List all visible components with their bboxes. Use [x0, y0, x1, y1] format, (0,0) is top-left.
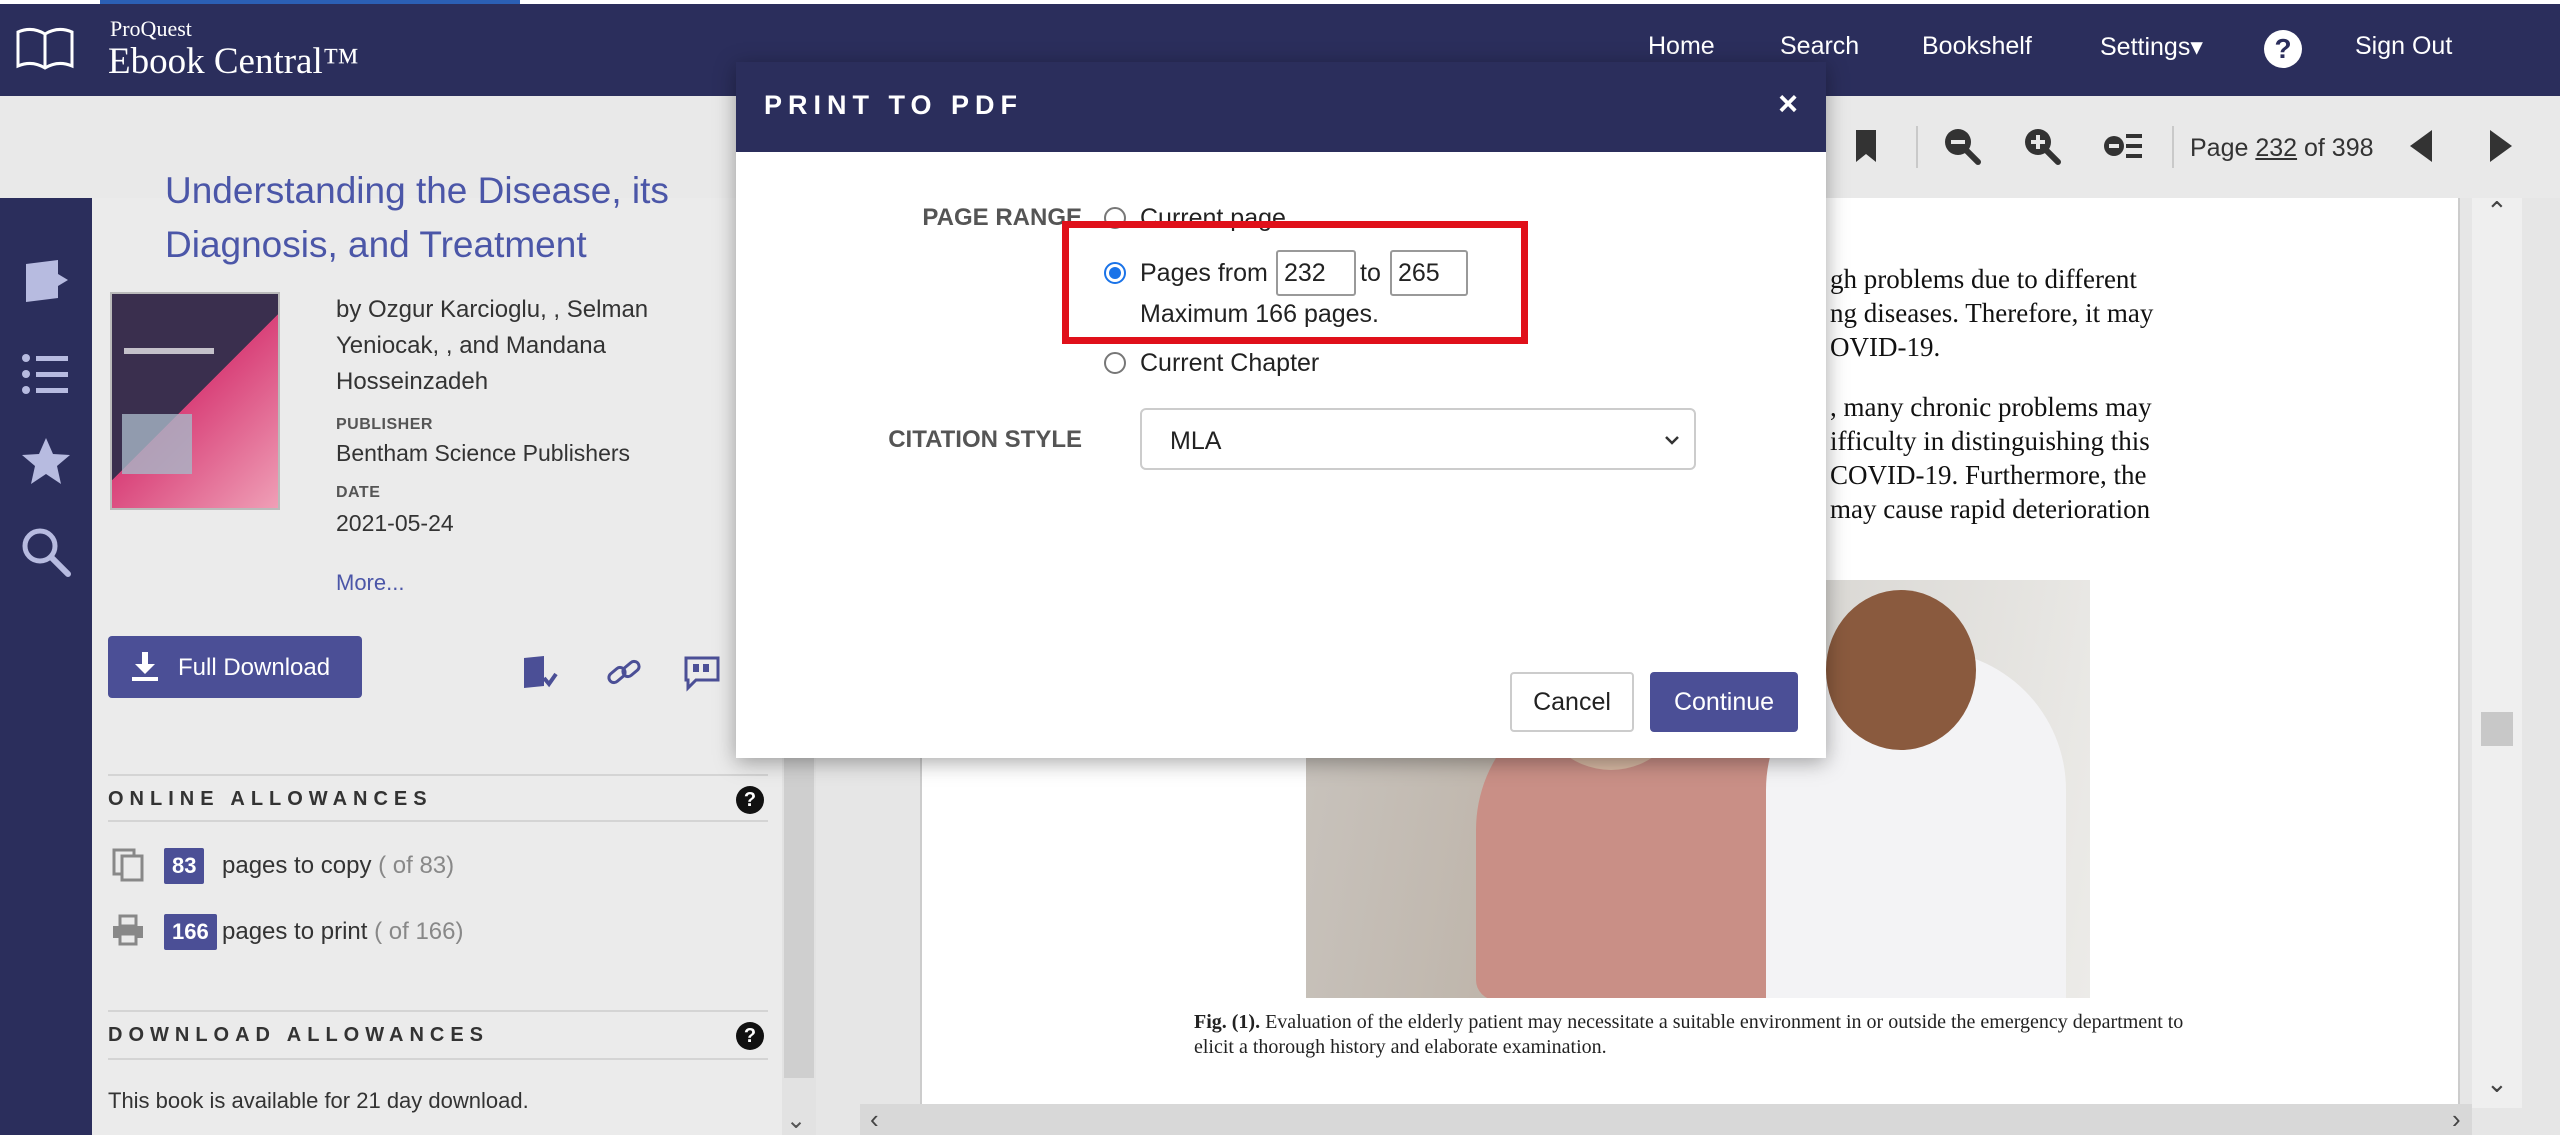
citation-style-select[interactable]: MLA: [1140, 408, 1696, 470]
dialog-title: PRINT TO PDF: [764, 90, 1024, 120]
close-icon[interactable]: ×: [1770, 86, 1806, 122]
citation-style-value: MLA: [1170, 427, 1222, 455]
print-to-pdf-dialog: PRINT TO PDF × PAGE RANGE Current page P…: [736, 62, 1826, 758]
chevron-down-icon: [1665, 436, 1679, 445]
dialog-header: PRINT TO PDF ×: [736, 62, 1826, 152]
radio-current-chapter[interactable]: [1104, 352, 1126, 374]
citation-style-label: CITATION STYLE: [888, 426, 1082, 453]
continue-button[interactable]: Continue: [1650, 672, 1798, 732]
page-range-label: PAGE RANGE: [922, 204, 1082, 231]
current-chapter-label[interactable]: Current Chapter: [1140, 349, 1319, 378]
cancel-button[interactable]: Cancel: [1510, 672, 1634, 732]
highlight-box: [1062, 221, 1528, 344]
